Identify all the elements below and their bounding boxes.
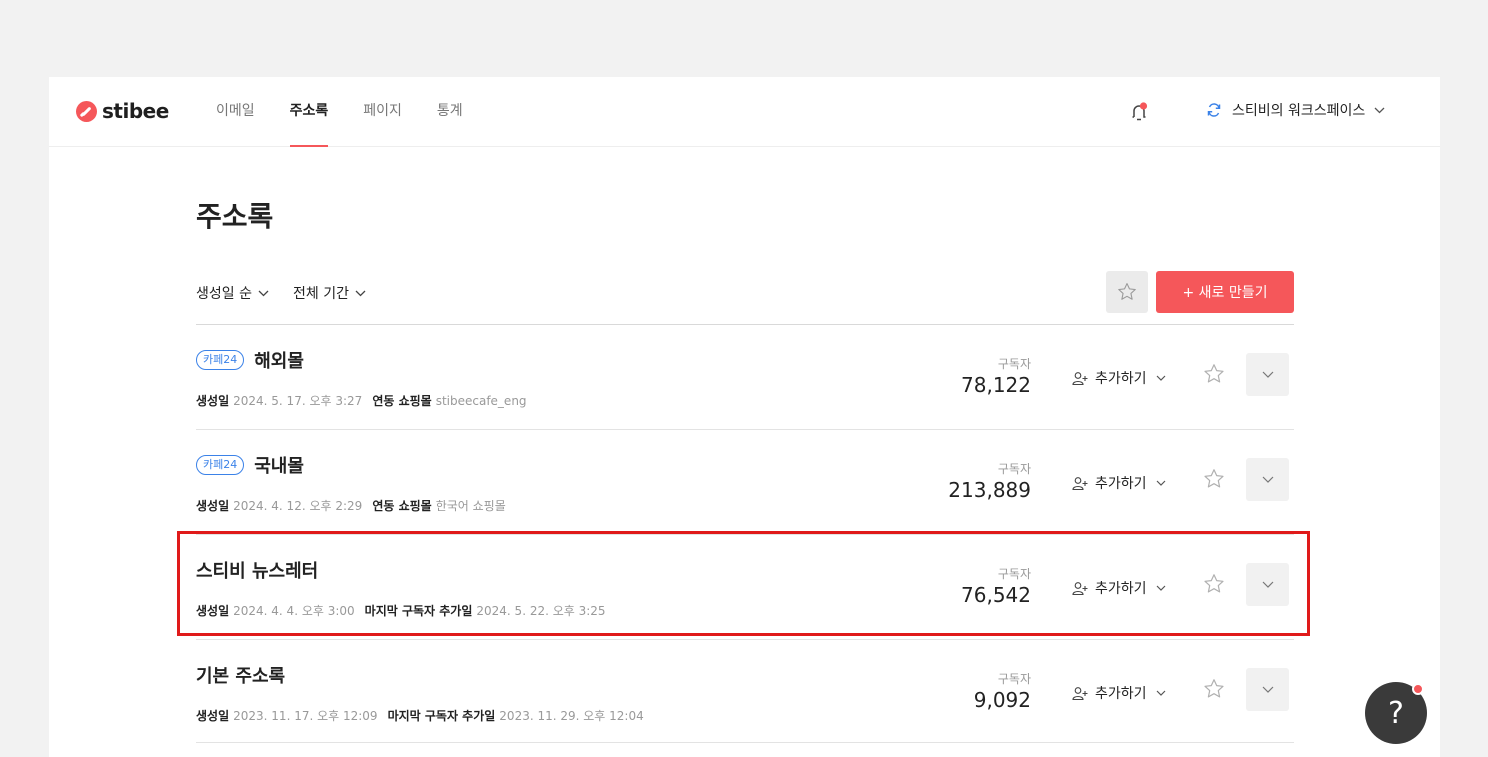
page-title: 주소록 bbox=[196, 200, 274, 233]
workspace-switcher[interactable]: 스티비의 워크스페이스 bbox=[1206, 100, 1385, 120]
cafe24-badge: 카페24 bbox=[196, 455, 245, 475]
created-date: 2023. 11. 17. 오후 12:09 bbox=[233, 709, 378, 723]
list-meta: 생성일 2024. 4. 12. 오후 2:29 연동 쇼핑몰 한국어 쇼핑몰 bbox=[196, 497, 506, 514]
list-item[interactable]: 스티비 뉴스레터 생성일 2024. 4. 4. 오후 3:00 마지막 구독자 추… bbox=[196, 535, 1294, 640]
subscriber-label: 구독자 bbox=[997, 357, 1031, 371]
main-panel: stibee 이메일 주소록 페이지 통계 스티비의 워크스페이스 주소록 생성… bbox=[49, 77, 1440, 757]
nav-item-stats[interactable]: 통계 bbox=[437, 77, 463, 147]
list-title[interactable]: 스티비 뉴스레터 bbox=[196, 557, 318, 583]
add-label: 추가하기 bbox=[1095, 371, 1147, 387]
list-name: 해외몰 bbox=[254, 351, 304, 372]
nav-item-page[interactable]: 페이지 bbox=[363, 77, 402, 147]
list-meta: 생성일 2024. 5. 17. 오후 3:27 연동 쇼핑몰 stibeecafe_… bbox=[196, 392, 527, 409]
main-nav: 이메일 주소록 페이지 통계 bbox=[216, 77, 498, 147]
chevron-down-icon bbox=[1156, 585, 1165, 591]
extra-label: 연동 쇼핑몰 bbox=[372, 394, 432, 408]
sort-dropdown[interactable]: 생성일 순 bbox=[196, 283, 269, 303]
chevron-down-icon bbox=[1156, 480, 1165, 486]
chevron-down-icon bbox=[1156, 375, 1165, 381]
created-date: 2024. 4. 12. 오후 2:29 bbox=[233, 499, 363, 513]
add-subscribers-button[interactable]: 추가하기 bbox=[1072, 683, 1166, 703]
add-label: 추가하기 bbox=[1095, 476, 1147, 492]
period-dropdown[interactable]: 전체 기간 bbox=[293, 283, 366, 303]
list-name: 스티비 뉴스레터 bbox=[196, 561, 319, 582]
list-title[interactable]: 카페24 해외몰 bbox=[196, 347, 304, 373]
filter-bar: 생성일 순 전체 기간 bbox=[196, 283, 390, 303]
created-label: 생성일 bbox=[196, 499, 230, 513]
list-title[interactable]: 기본 주소록 bbox=[196, 662, 285, 688]
help-label: ? bbox=[1388, 695, 1404, 731]
nav-item-email[interactable]: 이메일 bbox=[216, 77, 255, 147]
expand-button[interactable] bbox=[1246, 668, 1289, 711]
created-date: 2024. 4. 4. 오후 3:00 bbox=[233, 604, 355, 618]
bell-icon[interactable] bbox=[1130, 102, 1148, 122]
star-icon[interactable] bbox=[1202, 677, 1226, 701]
add-subscribers-button[interactable]: 추가하기 bbox=[1072, 368, 1166, 388]
list-item[interactable]: 기본 주소록 생성일 2023. 11. 17. 오후 12:09 마지막 구독자 … bbox=[196, 640, 1294, 743]
stibee-logo[interactable]: stibee bbox=[76, 99, 169, 123]
subscriber-count: 9,092 bbox=[973, 688, 1031, 712]
list-item[interactable]: 카페24 국내몰 생성일 2024. 4. 12. 오후 2:29 연동 쇼핑몰 한국… bbox=[196, 430, 1294, 535]
nav-item-address-book[interactable]: 주소록 bbox=[289, 77, 328, 147]
add-person-icon bbox=[1072, 686, 1088, 700]
cafe24-badge: 카페24 bbox=[196, 350, 245, 370]
top-bar: stibee 이메일 주소록 페이지 통계 스티비의 워크스페이스 bbox=[49, 77, 1440, 147]
chevron-down-icon bbox=[1262, 686, 1273, 693]
workspace-name: 스티비의 워크스페이스 bbox=[1232, 103, 1366, 119]
add-subscribers-button[interactable]: 추가하기 bbox=[1072, 578, 1166, 598]
add-label: 추가하기 bbox=[1095, 686, 1147, 702]
extra-label: 연동 쇼핑몰 bbox=[372, 499, 432, 513]
list-name: 국내몰 bbox=[254, 456, 304, 477]
extra-label: 마지막 구독자 추가일 bbox=[364, 604, 473, 618]
chevron-down-icon bbox=[1156, 690, 1165, 696]
expand-button[interactable] bbox=[1246, 458, 1289, 501]
chevron-down-icon bbox=[1374, 107, 1385, 113]
sync-icon bbox=[1207, 103, 1221, 117]
subscriber-count: 78,122 bbox=[961, 373, 1031, 397]
expand-button[interactable] bbox=[1246, 563, 1289, 606]
add-label: 추가하기 bbox=[1095, 581, 1147, 597]
created-label: 생성일 bbox=[196, 604, 230, 618]
star-icon bbox=[1118, 283, 1136, 300]
subscriber-label: 구독자 bbox=[997, 567, 1031, 581]
favorites-filter-button[interactable] bbox=[1106, 271, 1148, 313]
list-meta: 생성일 2023. 11. 17. 오후 12:09 마지막 구독자 추가일 2023… bbox=[196, 707, 644, 724]
chevron-down-icon bbox=[1262, 371, 1273, 378]
chevron-down-icon bbox=[258, 290, 269, 296]
list-item[interactable]: 카페24 해외몰 생성일 2024. 5. 17. 오후 3:27 연동 쇼핑몰 st… bbox=[196, 325, 1294, 430]
sort-label: 생성일 순 bbox=[196, 286, 252, 302]
star-icon[interactable] bbox=[1202, 572, 1226, 596]
star-icon[interactable] bbox=[1202, 467, 1226, 491]
subscriber-count: 213,889 bbox=[948, 478, 1031, 502]
add-person-icon bbox=[1072, 371, 1088, 385]
add-person-icon bbox=[1072, 476, 1088, 490]
chevron-down-icon bbox=[1262, 581, 1273, 588]
star-icon[interactable] bbox=[1202, 362, 1226, 386]
expand-button[interactable] bbox=[1246, 353, 1289, 396]
extra-value: 2023. 11. 29. 오후 12:04 bbox=[499, 709, 644, 723]
list-meta: 생성일 2024. 4. 4. 오후 3:00 마지막 구독자 추가일 2024. 5… bbox=[196, 602, 606, 619]
stibee-logo-icon bbox=[76, 100, 97, 122]
logo-text: stibee bbox=[102, 99, 169, 123]
create-new-button[interactable]: + 새로 만들기 bbox=[1156, 271, 1294, 313]
help-notification-dot bbox=[1412, 683, 1424, 695]
add-subscribers-button[interactable]: 추가하기 bbox=[1072, 473, 1166, 493]
list-name: 기본 주소록 bbox=[196, 666, 286, 687]
extra-value: stibeecafe_eng bbox=[435, 394, 527, 408]
chevron-down-icon bbox=[355, 290, 366, 296]
extra-value: 한국어 쇼핑몰 bbox=[435, 499, 506, 513]
created-label: 생성일 bbox=[196, 709, 230, 723]
subscriber-count: 76,542 bbox=[961, 583, 1031, 607]
address-book-list: 카페24 해외몰 생성일 2024. 5. 17. 오후 3:27 연동 쇼핑몰 st… bbox=[196, 324, 1294, 743]
subscriber-label: 구독자 bbox=[997, 462, 1031, 476]
list-title[interactable]: 카페24 국내몰 bbox=[196, 452, 304, 478]
extra-value: 2024. 5. 22. 오후 3:25 bbox=[476, 604, 606, 618]
created-date: 2024. 5. 17. 오후 3:27 bbox=[233, 394, 363, 408]
subscriber-label: 구독자 bbox=[997, 672, 1031, 686]
created-label: 생성일 bbox=[196, 394, 230, 408]
extra-label: 마지막 구독자 추가일 bbox=[387, 709, 496, 723]
chevron-down-icon bbox=[1262, 476, 1273, 483]
period-label: 전체 기간 bbox=[292, 286, 349, 302]
add-person-icon bbox=[1072, 581, 1088, 595]
